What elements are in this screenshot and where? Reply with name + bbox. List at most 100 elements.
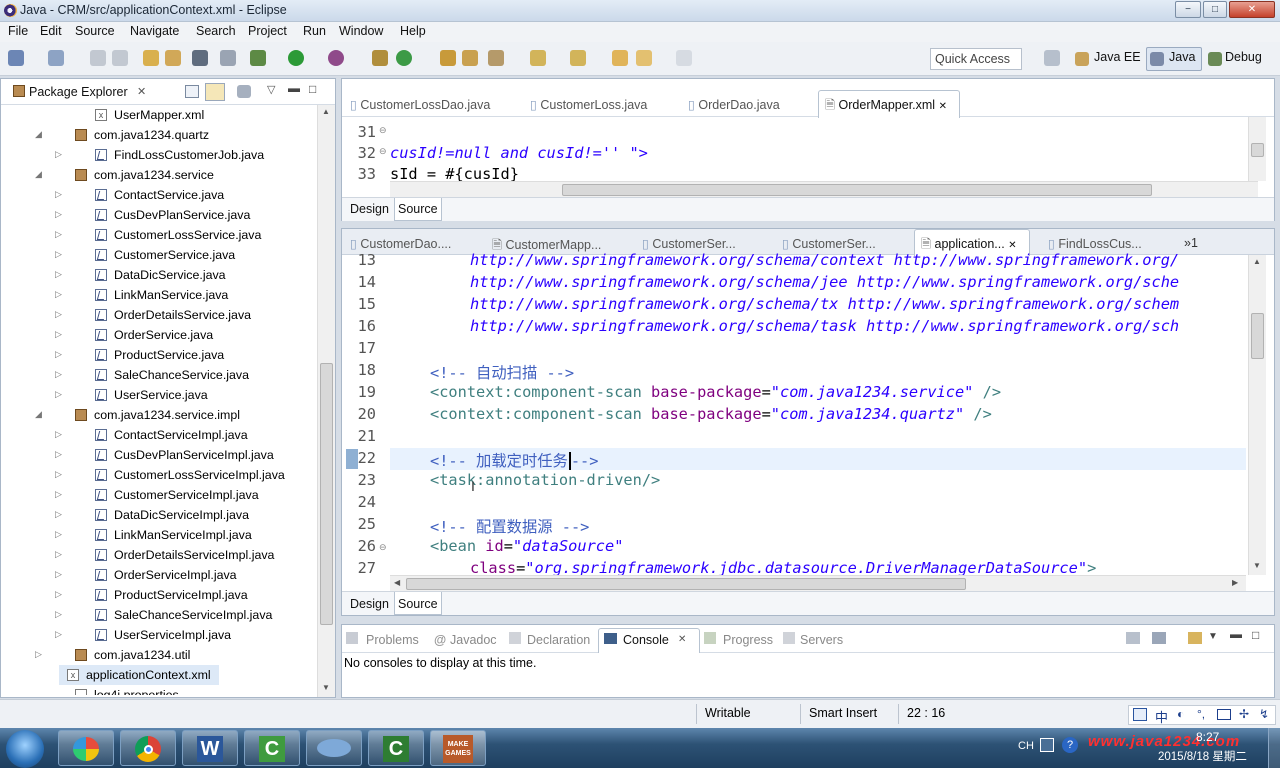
tab-orderdao[interactable]: ▯ OrderDao.java — [688, 92, 780, 118]
clock-date[interactable]: 2015/8/18 星期二 — [1158, 748, 1247, 764]
expand-arrow-icon[interactable]: ◢ — [35, 129, 45, 140]
coverage-icon[interactable] — [328, 50, 344, 66]
expand-arrow-icon[interactable]: ▷ — [55, 549, 65, 560]
maximize-view-icon[interactable]: □ — [309, 82, 316, 96]
expand-arrow-icon[interactable]: ▷ — [55, 209, 65, 220]
tree-item[interactable]: ▷ CustomerLossServiceImpl.java — [13, 465, 317, 485]
tree-item[interactable]: ▷ DataDicServiceImpl.java — [13, 505, 317, 525]
tree-item[interactable]: x applicationContext.xml — [59, 665, 219, 685]
design-tab[interactable]: Design — [350, 597, 389, 611]
menu-project[interactable]: Project — [248, 24, 287, 38]
expand-arrow-icon[interactable]: ▷ — [55, 469, 65, 480]
expand-arrow-icon[interactable]: ▷ — [55, 249, 65, 260]
expand-arrow-icon[interactable]: ▷ — [55, 329, 65, 340]
tree-item[interactable]: ▷ OrderDetailsService.java — [13, 305, 317, 325]
tree-item[interactable]: ▷ ContactServiceImpl.java — [13, 425, 317, 445]
main-editor-vscroll[interactable]: ▲ ▼ — [1248, 255, 1266, 575]
package-explorer-title[interactable]: Package Explorer — [29, 85, 128, 99]
next-annotation-icon[interactable] — [530, 50, 546, 66]
open-folder-icon[interactable] — [440, 50, 456, 66]
perspective-java[interactable]: Java — [1169, 50, 1195, 64]
close-console-icon[interactable]: ✕ — [678, 634, 686, 645]
menu-window[interactable]: Window — [339, 24, 383, 38]
link-editor-icon[interactable] — [205, 83, 225, 101]
quick-access-input[interactable]: Quick Access — [930, 48, 1022, 70]
tree-item[interactable]: ◢ com.java1234.service.impl — [13, 405, 317, 425]
open-console-icon[interactable] — [1188, 632, 1202, 644]
tree-scroll-thumb[interactable] — [320, 363, 333, 625]
language-indicator[interactable]: CH — [1018, 740, 1034, 752]
tree-item[interactable]: ▷ CustomerLossService.java — [13, 225, 317, 245]
save-all-icon[interactable] — [90, 50, 106, 66]
design-tab[interactable]: Design — [350, 202, 389, 216]
expand-arrow-icon[interactable]: ▷ — [55, 389, 65, 400]
menu-navigate[interactable]: Navigate — [130, 24, 179, 38]
ime-toolbar[interactable]: 中 ◐ °, ✢ ↯ — [1128, 705, 1276, 725]
tree-item[interactable]: ▷ CustomerService.java — [13, 245, 317, 265]
display-console-icon[interactable] — [1152, 632, 1166, 644]
maximize-button[interactable]: □ — [1203, 1, 1227, 18]
expand-arrow-icon[interactable]: ▷ — [55, 429, 65, 440]
terminal-icon[interactable] — [192, 50, 208, 66]
last-edit-icon[interactable] — [612, 50, 628, 66]
back-icon[interactable] — [636, 50, 652, 66]
code-line-33[interactable]: sId = #{cusId} — [390, 165, 519, 181]
expand-arrow-icon[interactable]: ▷ — [55, 309, 65, 320]
tab-customerloss[interactable]: ▯ CustomerLoss.java — [530, 92, 647, 118]
tree-item[interactable]: ▷ OrderDetailsServiceImpl.java — [13, 545, 317, 565]
taskbar-app-word[interactable]: W — [182, 730, 238, 766]
fold-icon[interactable]: ⊖ — [379, 542, 387, 553]
expand-arrow-icon[interactable]: ▷ — [55, 529, 65, 540]
fold-icon[interactable]: ⊖ — [379, 125, 387, 136]
code-line-32[interactable]: cusId!=null and cusId!='' "> — [390, 144, 648, 162]
focus-icon[interactable] — [237, 85, 251, 98]
menu-search[interactable]: Search — [196, 24, 236, 38]
expand-arrow-icon[interactable]: ▷ — [55, 589, 65, 600]
tree-item[interactable]: log4j.properties — [13, 685, 317, 695]
taskbar-app-picasa[interactable] — [58, 730, 114, 766]
new-icon[interactable] — [8, 50, 24, 66]
new-class-icon[interactable] — [396, 50, 412, 66]
prev-annotation-icon[interactable] — [570, 50, 586, 66]
tree-item[interactable]: ▷ ContactService.java — [13, 185, 317, 205]
save-icon[interactable] — [48, 50, 64, 66]
perspective-debug[interactable]: Debug — [1225, 50, 1262, 64]
tree-item[interactable]: x UserMapper.xml — [13, 105, 317, 125]
minimize-console-icon[interactable]: ▬ — [1230, 627, 1242, 641]
collapse-all-icon[interactable] — [185, 85, 199, 98]
tree-item[interactable]: ▷ DataDicService.java — [13, 265, 317, 285]
open-resource-icon[interactable] — [165, 50, 181, 66]
code-area[interactable]: http://www.springframework.org/schema/co… — [390, 251, 1240, 581]
view-menu-icon[interactable]: ▽ — [267, 83, 275, 96]
expand-arrow-icon[interactable]: ▷ — [55, 609, 65, 620]
forward-icon[interactable] — [676, 50, 692, 66]
new-project-icon[interactable] — [372, 50, 388, 66]
tree-item[interactable]: ▷ LinkManService.java — [13, 285, 317, 305]
tab-servers[interactable]: Servers — [800, 633, 843, 647]
tree-item[interactable]: ▷ ProductServiceImpl.java — [13, 585, 317, 605]
taskbar-app-mysql[interactable] — [306, 730, 362, 766]
tab-console[interactable]: Console — [623, 633, 669, 647]
main-editor-hscroll[interactable]: ◀ ▶ — [390, 575, 1246, 591]
expand-arrow-icon[interactable]: ▷ — [55, 489, 65, 500]
source-tab[interactable]: Source — [398, 597, 438, 611]
expand-arrow-icon[interactable]: ▷ — [55, 289, 65, 300]
tab-ordermapper-active[interactable]: 🗎 OrderMapper.xml ✕ — [818, 90, 960, 118]
console-menu-icon[interactable]: ▼ — [1208, 631, 1218, 642]
tree-item[interactable]: ▷ CustomerServiceImpl.java — [13, 485, 317, 505]
maximize-console-icon[interactable]: □ — [1252, 628, 1259, 642]
tree-item[interactable]: ▷ LinkManServiceImpl.java — [13, 525, 317, 545]
source-tab[interactable]: Source — [398, 202, 438, 216]
minimize-button[interactable]: − — [1175, 1, 1201, 18]
menu-help[interactable]: Help — [400, 24, 426, 38]
print-icon[interactable] — [112, 50, 128, 66]
tab-customerlossdao[interactable]: ▯ CustomerLossDao.java — [350, 92, 490, 118]
expand-arrow-icon[interactable]: ◢ — [35, 169, 45, 180]
top-editor-vscroll[interactable] — [1248, 117, 1266, 181]
taskbar-app-chrome[interactable] — [120, 730, 176, 766]
toggle-mark-icon[interactable] — [220, 50, 236, 66]
menu-file[interactable]: File — [8, 24, 28, 38]
expand-arrow-icon[interactable]: ▷ — [55, 349, 65, 360]
minimize-view-icon[interactable]: ▬ — [288, 81, 300, 95]
tree-item[interactable]: ▷ CusDevPlanServiceImpl.java — [13, 445, 317, 465]
